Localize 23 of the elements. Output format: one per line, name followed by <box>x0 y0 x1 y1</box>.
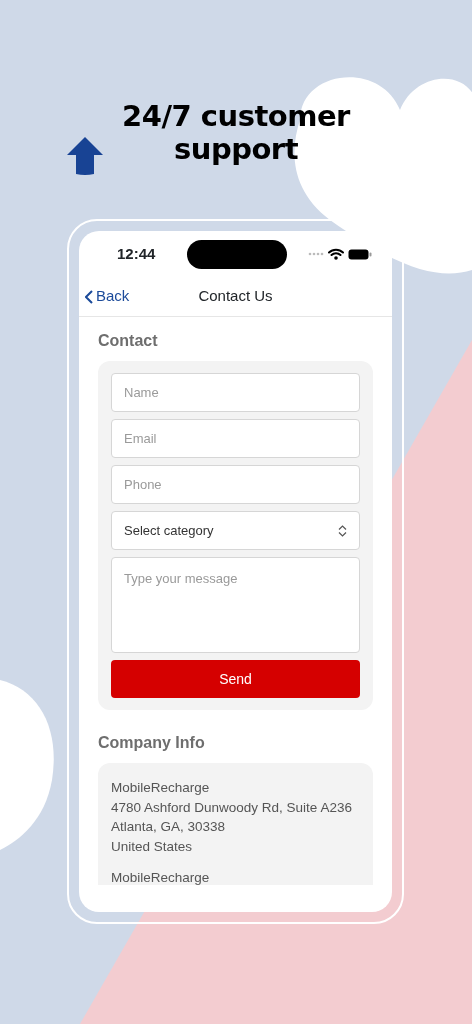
status-time: 12:44 <box>117 243 157 264</box>
address-line: 4780 Ashford Dunwoody Rd, Suite A236 <box>111 798 353 817</box>
chevron-up-down-icon <box>338 524 347 537</box>
section-heading: Contact <box>98 331 159 351</box>
address-line: United States <box>111 837 194 856</box>
section-heading: Company Info <box>98 733 206 753</box>
screen-title: Contact Us <box>198 286 273 307</box>
send-button[interactable]: Send <box>111 660 360 698</box>
message-field[interactable]: Type your message <box>111 557 360 653</box>
category-select[interactable]: Select category <box>111 511 360 550</box>
headline: 24/7 customer support <box>121 100 352 167</box>
arrow-up-icon <box>66 136 104 176</box>
chevron-left-icon <box>85 289 93 304</box>
text-field[interactable]: Phone <box>111 465 360 504</box>
address-line: MobileRecharge <box>111 779 211 797</box>
battery-icon <box>348 248 372 260</box>
address-line: MobileRecharge <box>111 869 211 885</box>
text-field[interactable]: Email <box>111 419 360 458</box>
wifi-icon <box>328 248 344 260</box>
text-field[interactable]: Name <box>111 373 360 412</box>
signal-icon <box>308 252 324 256</box>
address-line: Atlanta, GA, 30338 <box>111 818 227 836</box>
back-link[interactable]: Back <box>85 285 130 308</box>
